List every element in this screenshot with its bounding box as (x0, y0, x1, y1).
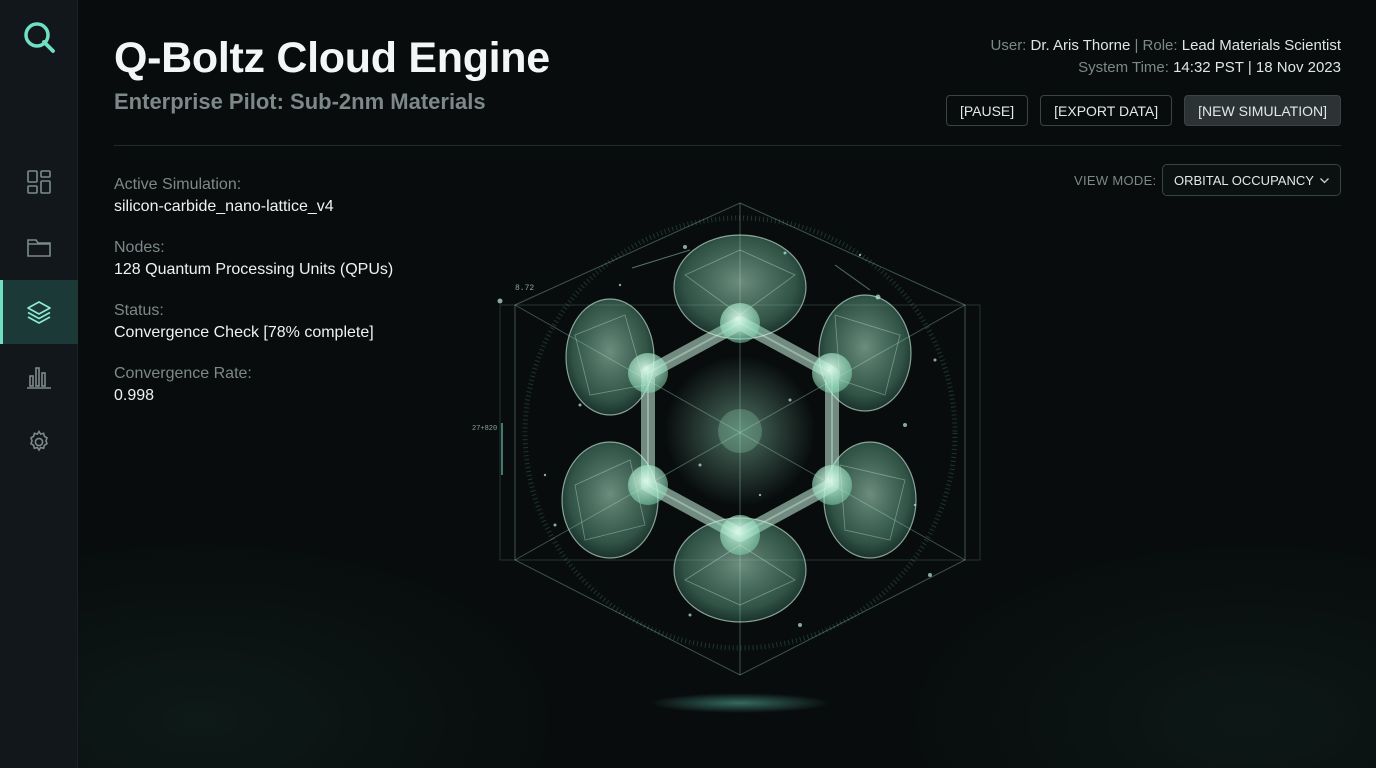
pause-button[interactable]: [PAUSE] (945, 95, 1029, 126)
view-mode-select[interactable]: ORBITAL OCCUPANCY (1162, 164, 1341, 196)
user-name: Dr. Aris Thorne (1030, 37, 1131, 54)
user-label: User: (990, 37, 1027, 54)
status-value: Convergence Check [78% complete] (114, 324, 374, 341)
time-value: 14:32 PST | 18 Nov 2023 (1173, 59, 1341, 76)
sidebar-item-files[interactable] (0, 215, 78, 279)
app-window: Q-Boltz Cloud Engine Enterprise Pilot: S… (0, 0, 1376, 768)
nodes: Nodes: 128 Quantum Processing Units (QPU… (114, 237, 393, 281)
header-divider (114, 145, 1341, 146)
sidebar-item-dashboard[interactable] (0, 150, 78, 214)
sidebar-item-settings[interactable] (0, 410, 78, 474)
toolbar: [PAUSE] [EXPORT DATA] [NEW SIMULATION] (945, 95, 1341, 126)
chevron-down-icon (1320, 178, 1329, 184)
layers-icon (27, 301, 51, 324)
orbital-lattice-visualization[interactable]: 8.72 27+820 (460, 195, 1020, 725)
active-simulation-label: Active Simulation: (114, 176, 242, 193)
convergence-rate-value: 0.998 (114, 387, 155, 404)
gear-icon (30, 429, 48, 452)
q-logo-icon[interactable] (22, 20, 56, 54)
viz-annotation-left: 27+820 (472, 425, 497, 433)
viz-annotation-top-left: 8.72 (515, 284, 534, 293)
user-line: User: Dr. Aris Thorne | Role: Lead Mater… (991, 35, 1341, 57)
role-label: Role: (1142, 37, 1178, 54)
core-atom (718, 409, 762, 453)
base-glow (650, 693, 830, 713)
system-time-line: System Time: 14:32 PST | 18 Nov 2023 (991, 57, 1341, 79)
status: Status: Convergence Check [78% complete] (114, 300, 393, 344)
view-mode-label: VIEW MODE: (1074, 173, 1157, 188)
page-subtitle: Enterprise Pilot: Sub-2nm Materials (114, 89, 486, 114)
simulation-info-panel: Active Simulation: silicon-carbide_nano-… (114, 174, 393, 426)
separator: | (1134, 37, 1139, 54)
orbital-lobe-top-right (818, 294, 912, 412)
role-value: Lead Materials Scientist (1181, 37, 1341, 54)
sidebar-item-simulations[interactable] (0, 280, 78, 344)
convergence-rate: Convergence Rate: 0.998 (114, 363, 393, 407)
sidebar-item-analytics[interactable] (0, 345, 78, 409)
sidebar (0, 0, 78, 768)
user-info: User: Dr. Aris Thorne | Role: Lead Mater… (991, 35, 1341, 79)
page-title: Q-Boltz Cloud Engine (114, 34, 550, 82)
dashboard-icon (27, 170, 51, 194)
convergence-rate-label: Convergence Rate: (114, 365, 252, 382)
view-mode-value: ORBITAL OCCUPANCY (1174, 172, 1314, 188)
new-simulation-button[interactable]: [NEW SIMULATION] (1184, 95, 1341, 126)
active-simulation-value: silicon-carbide_nano-lattice_v4 (114, 198, 334, 215)
status-label: Status: (114, 302, 164, 319)
folder-icon (27, 239, 51, 257)
bar-chart-icon (27, 367, 51, 389)
export-data-button[interactable]: [EXPORT DATA] (1040, 95, 1173, 126)
nodes-value: 128 Quantum Processing Units (QPUs) (114, 261, 394, 278)
active-simulation: Active Simulation: silicon-carbide_nano-… (114, 174, 393, 218)
nodes-label: Nodes: (114, 239, 165, 256)
time-label: System Time: (1078, 59, 1169, 76)
